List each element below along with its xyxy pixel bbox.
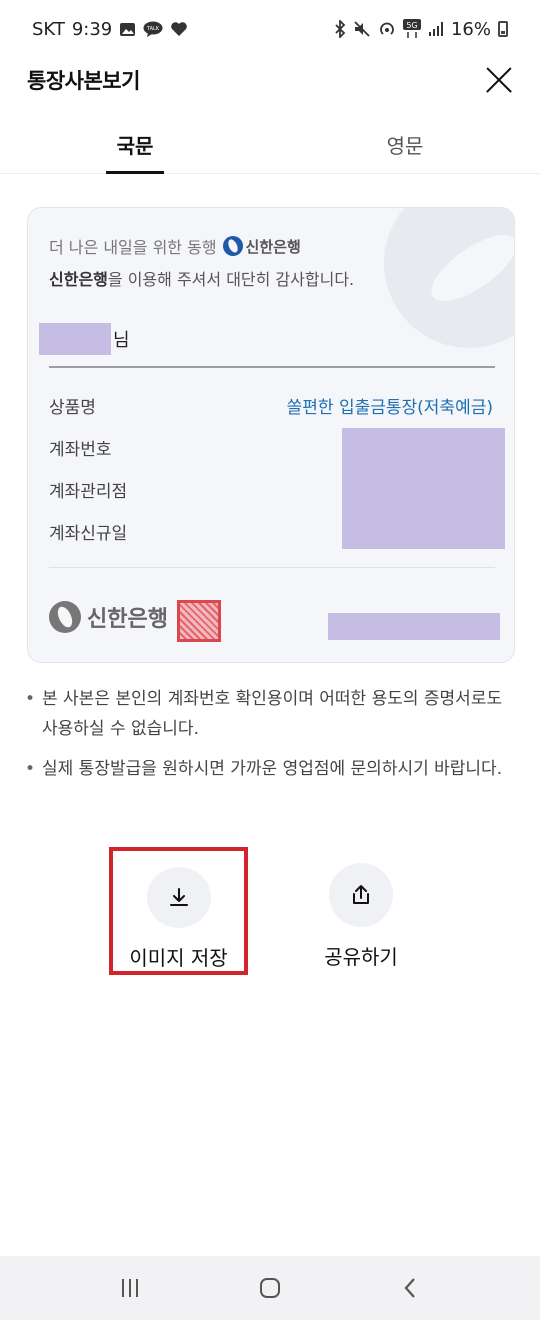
heart-icon (170, 21, 188, 37)
name-underline (49, 366, 495, 368)
home-icon[interactable] (240, 1266, 300, 1310)
header: 통장사본보기 (0, 58, 540, 102)
notice-item: 실제 통장발급을 원하시면 가까운 영업점에 문의하시기 바랍니다. (22, 754, 520, 784)
row-label-open-date: 계좌신규일 (49, 524, 128, 544)
product-name-value: 쏠편한 입출금통장(저축예금) (286, 398, 493, 418)
share-button[interactable]: 공유하기 (300, 863, 422, 970)
row-label-account-number: 계좌번호 (49, 440, 112, 460)
thanks-text: 을 이용해 주셔서 대단히 감사합니다. (107, 270, 355, 289)
issuer-info-redacted (328, 613, 500, 640)
name-suffix: 님 (113, 330, 130, 351)
slogan: 더 나은 내일을 위한 동행 신한은행 (49, 234, 301, 258)
thanks-message: 신한은행을 이용해 주셔서 대단히 감사합니다. (49, 266, 354, 290)
tab-bar: 국문 영문 (0, 118, 540, 174)
tab-english[interactable]: 영문 (270, 118, 540, 173)
shinhan-logo-icon (222, 236, 243, 256)
back-icon[interactable] (380, 1266, 440, 1310)
notice-list: 본 사본은 본인의 계좌번호 확인용이며 어떠한 용도의 증명서로도 사용하실 … (22, 684, 520, 794)
clock: 9:39 (71, 18, 113, 40)
status-right: 5G 16% (334, 19, 508, 40)
thanks-bank-name: 신한은행 (49, 270, 108, 289)
page-title: 통장사본보기 (27, 69, 140, 93)
row-label-product: 상품명 (49, 398, 96, 418)
bankbook-card: 더 나은 내일을 위한 동행 신한은행 신한은행을 이용해 주셔서 대단히 감사… (27, 207, 515, 663)
save-image-label: 이미지 저장 (129, 946, 228, 970)
slogan-logo: 신한은행 (222, 236, 301, 257)
tab-active-indicator (106, 171, 164, 174)
tab-korean[interactable]: 국문 (0, 118, 270, 174)
slogan-text: 더 나은 내일을 위한 동행 (49, 238, 217, 257)
status-left: SKT 9:39 TALK (32, 19, 188, 40)
customer-name-redacted (39, 323, 111, 355)
customer-name-row: 님 (39, 323, 130, 355)
row-label-branch: 계좌관리점 (49, 482, 128, 502)
tab-korean-label: 국문 (116, 134, 154, 158)
hotspot-icon (378, 20, 396, 38)
share-icon (353, 885, 369, 904)
status-bar: SKT 9:39 TALK 5G 16% (0, 0, 540, 58)
tab-english-label: 영문 (386, 134, 424, 158)
account-details-redacted (342, 428, 505, 549)
network-label: 5G (406, 21, 417, 30)
bank-logo-text: 신한은행 (87, 607, 168, 632)
battery-percent: 16% (450, 18, 491, 40)
carrier-label: SKT (32, 18, 65, 40)
share-label: 공유하기 (324, 945, 398, 969)
slogan-logo-text: 신한은행 (245, 237, 301, 256)
bluetooth-icon (334, 20, 346, 38)
network-5g-icon: 5G (402, 19, 421, 39)
notice-item: 본 사본은 본인의 계좌번호 확인용이며 어떠한 용도의 증명서로도 사용하실 … (22, 684, 520, 744)
share-circle (329, 863, 393, 927)
shinhan-logo-mark-icon (49, 601, 81, 633)
download-icon (169, 887, 188, 906)
save-image-button[interactable]: 이미지 저장 (109, 847, 248, 975)
talk-icon: TALK (143, 21, 163, 37)
gallery-icon (119, 22, 136, 37)
svg-text:TALK: TALK (146, 26, 160, 32)
divider (49, 567, 495, 568)
battery-icon (498, 21, 508, 37)
signal-icon (428, 21, 444, 37)
recent-apps-icon[interactable] (100, 1266, 160, 1310)
mute-icon (353, 20, 371, 38)
bank-logo: 신한은행 (49, 601, 168, 633)
system-nav-bar (0, 1256, 540, 1320)
bank-seal-stamp (177, 600, 221, 642)
close-icon[interactable] (484, 65, 514, 95)
watermark-logo (384, 208, 514, 348)
save-image-circle (146, 867, 211, 928)
